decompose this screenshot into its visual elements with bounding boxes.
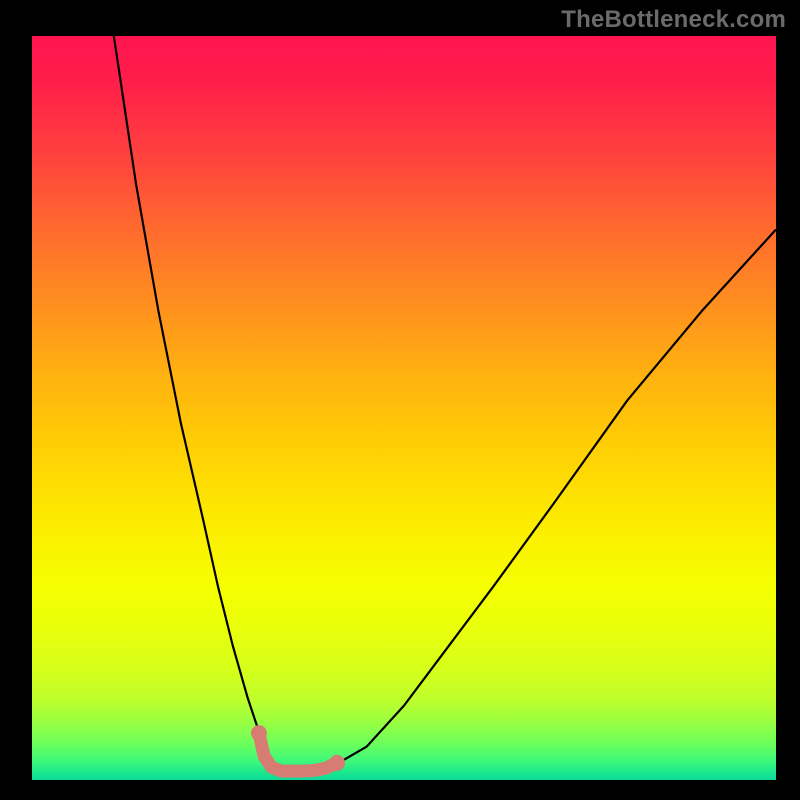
watermark-text: TheBottleneck.com bbox=[561, 6, 786, 34]
series-optimal-zone-marker bbox=[259, 733, 337, 771]
series-bottleneck-curve bbox=[114, 36, 776, 771]
curve-layer bbox=[32, 36, 776, 780]
chart-frame: TheBottleneck.com bbox=[0, 0, 800, 800]
series-optimal-zone-marker-endpoint bbox=[251, 725, 267, 741]
plot-outer bbox=[0, 0, 800, 800]
series-optimal-zone-marker-endpoint bbox=[329, 755, 345, 771]
plot-area bbox=[32, 36, 776, 780]
